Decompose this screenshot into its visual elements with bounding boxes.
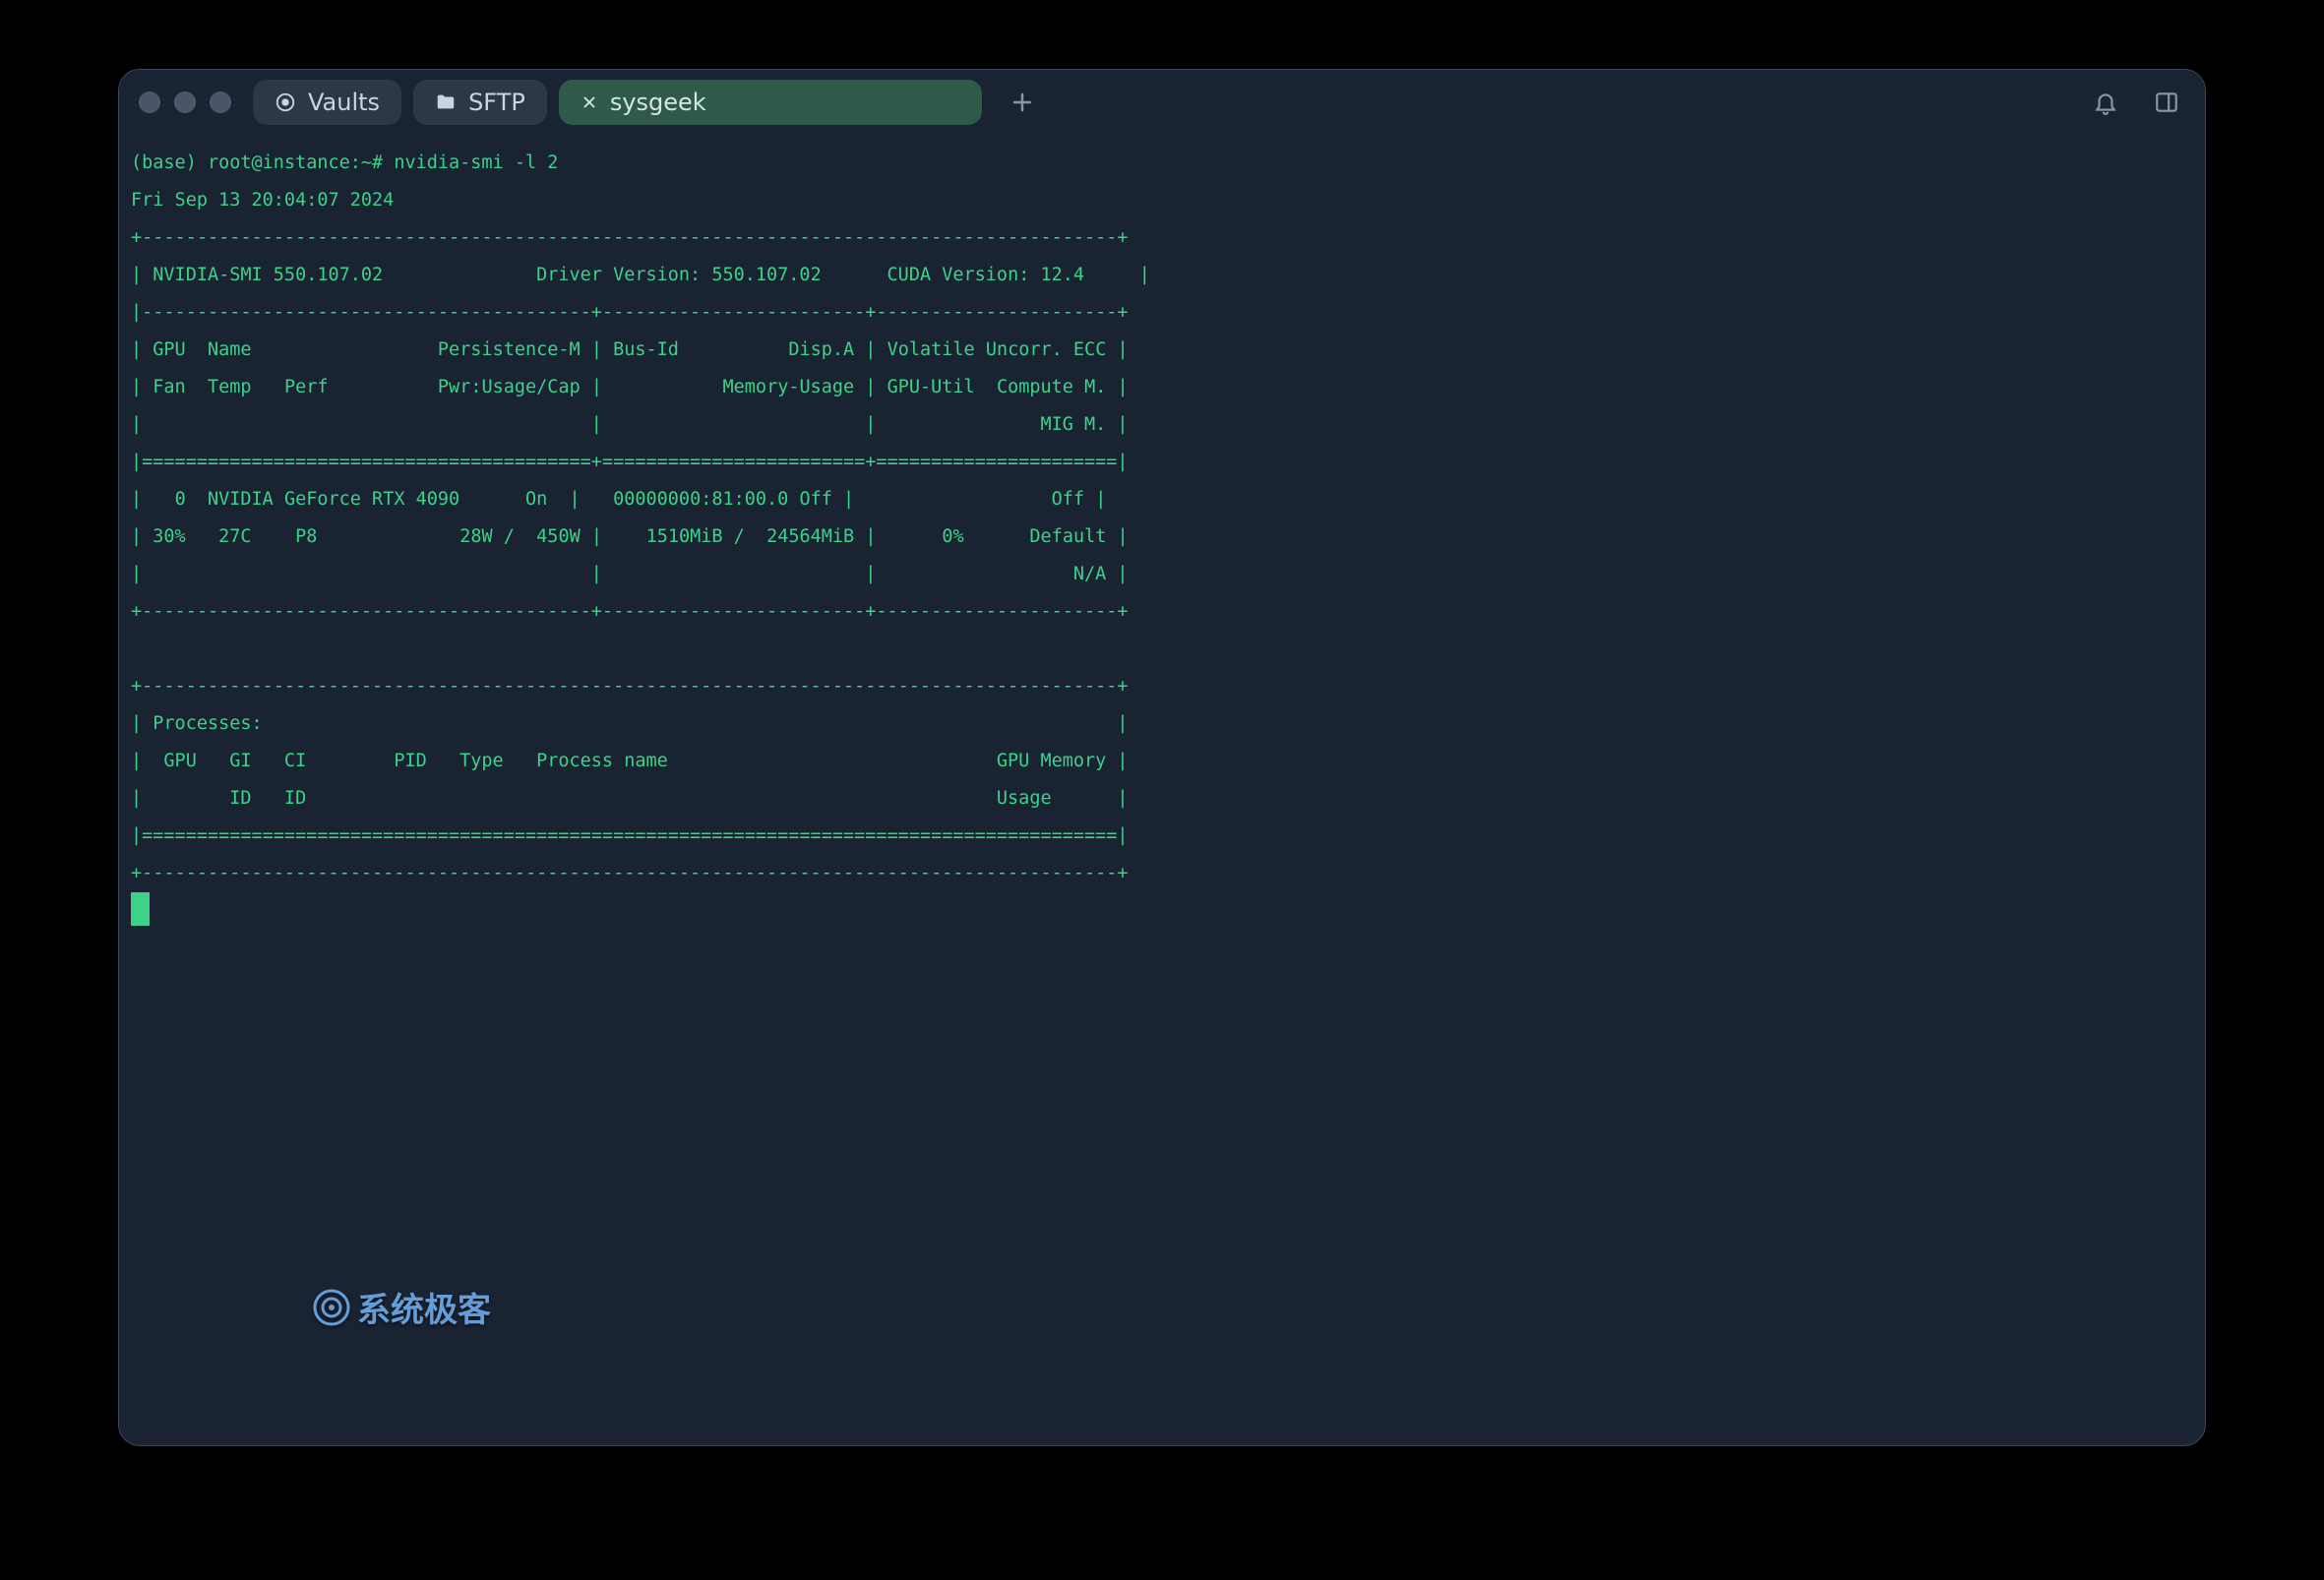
hdr-mem: Memory-Usage	[723, 377, 855, 397]
hdr-temp: Temp	[208, 377, 252, 397]
hdr-gpuutil: GPU-Util	[887, 377, 975, 397]
close-tab-icon[interactable]	[581, 93, 598, 111]
gpu-fan: 30%	[153, 526, 185, 547]
proc-hdr: Processes:	[153, 713, 262, 734]
gpu-mem-used: 1510MiB	[646, 526, 723, 547]
close-window-button[interactable]	[139, 91, 160, 113]
gpu-perf: P8	[295, 526, 317, 547]
gpu-disp: Off	[799, 489, 831, 510]
gpu-pwr-usage: 28W	[459, 526, 492, 547]
hdr-gpu-name: GPU Name	[153, 339, 251, 360]
notifications-button[interactable]	[2085, 82, 2126, 123]
smi-driver: Driver Version: 550.107.02	[536, 265, 822, 285]
prompt: (base) root@instance:~#	[131, 152, 394, 173]
minimize-window-button[interactable]	[174, 91, 196, 113]
timestamp: Fri Sep 13 20:04:07 2024	[131, 190, 394, 211]
terminal-output[interactable]: (base) root@instance:~# nvidia-smi -l 2 …	[119, 135, 2205, 1445]
hdr-perf: Perf	[284, 377, 329, 397]
gpu-name: NVIDIA GeForce RTX 4090	[208, 489, 459, 510]
cursor	[131, 892, 150, 926]
gpu-mem-total: 24564MiB	[766, 526, 854, 547]
command: nvidia-smi -l 2	[394, 152, 558, 173]
panel-toggle-button[interactable]	[2146, 82, 2187, 123]
gpu-persist: On	[525, 489, 547, 510]
smi-cuda: CUDA Version: 12.4	[887, 265, 1084, 285]
hdr-bus: Bus-Id	[613, 339, 679, 360]
hdr-pwr: Pwr:Usage/Cap	[438, 377, 581, 397]
tab-label: SFTP	[468, 89, 525, 116]
terminal-window: Vaults SFTP sysgeek	[118, 69, 2206, 1446]
proc-cols-1: GPU GI CI PID Type Process name GPU Memo…	[142, 751, 1117, 771]
gpu-util: 0%	[942, 526, 963, 547]
folder-icon	[435, 91, 457, 113]
vaults-icon	[275, 91, 296, 113]
tab-sftp[interactable]: SFTP	[413, 80, 547, 125]
maximize-window-button[interactable]	[210, 91, 231, 113]
gpu-pwr-cap: 450W	[536, 526, 581, 547]
gpu-compute: Default	[1029, 526, 1106, 547]
new-tab-button[interactable]	[1004, 84, 1041, 121]
hdr-compute: Compute M.	[997, 377, 1106, 397]
gpu-ecc: Off	[1052, 489, 1084, 510]
smi-version: NVIDIA-SMI 550.107.02	[153, 265, 383, 285]
gpu-bus: 00000000:81:00.0	[613, 489, 788, 510]
hdr-persist: Persistence-M	[438, 339, 581, 360]
gpu-temp: 27C	[218, 526, 251, 547]
hdr-fan: Fan	[153, 377, 185, 397]
tab-label: sysgeek	[610, 89, 706, 116]
hdr-volatile: Volatile Uncorr. ECC	[887, 339, 1107, 360]
tab-label: Vaults	[308, 89, 380, 116]
gpu-mig: N/A	[1073, 564, 1106, 584]
gpu-idx: 0	[175, 489, 186, 510]
tab-active[interactable]: sysgeek	[559, 80, 982, 125]
titlebar: Vaults SFTP sysgeek	[119, 70, 2205, 135]
proc-cols-2: ID ID Usage	[142, 788, 1117, 809]
hdr-mig: MIG M.	[1040, 414, 1106, 435]
tab-vaults[interactable]: Vaults	[253, 80, 401, 125]
window-controls	[139, 91, 231, 113]
hdr-disp: Disp.A	[788, 339, 854, 360]
